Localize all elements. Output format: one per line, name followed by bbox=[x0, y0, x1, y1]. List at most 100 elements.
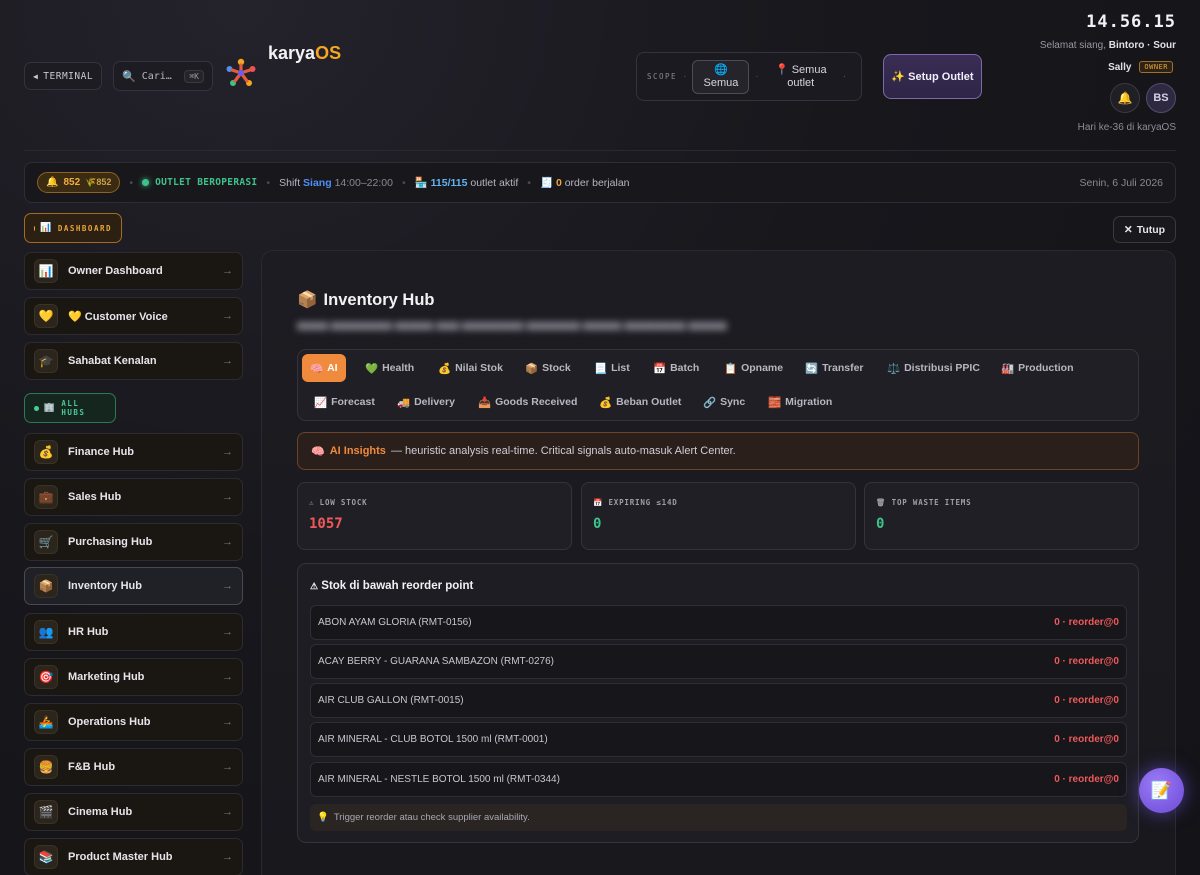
stat-card-low-stock[interactable]: ⚠ LOW STOCK 1057 bbox=[297, 482, 572, 550]
tab-goods-received[interactable]: 📥 Goods Received bbox=[470, 388, 585, 416]
tab-nilai-stok[interactable]: 💰 Nilai Stok bbox=[430, 354, 511, 382]
karyaos-logo-icon bbox=[226, 58, 256, 86]
cart-icon: 🛒 bbox=[34, 530, 58, 554]
user-info: Sally OWNER bbox=[1108, 61, 1173, 73]
tab-bar: 🧠 AI 💚 Health 💰 Nilai Stok 📦 Stock 📃 List 📅 Ba… bbox=[297, 349, 1139, 421]
chart-icon: 📊 bbox=[34, 259, 58, 283]
lightbulb-icon: 💡 bbox=[317, 812, 329, 823]
dashboard-section-chip[interactable]: 📊 DASHBOARD bbox=[24, 213, 122, 243]
truck-icon: 🚚 bbox=[397, 396, 411, 409]
tab-sync[interactable]: 🔗 Sync bbox=[695, 388, 753, 416]
tab-health[interactable]: 💚 Health bbox=[357, 354, 422, 382]
bricks-icon: 🧱 bbox=[768, 396, 782, 409]
tab-list[interactable]: 📃 List bbox=[586, 354, 638, 382]
tab-beban-outlet[interactable]: 💰 Beban Outlet bbox=[591, 388, 689, 416]
sidebar-item-customer-voice[interactable]: 💛 💛 Customer Voice → bbox=[24, 297, 243, 335]
tab-transfer[interactable]: 🔄 Transfer bbox=[797, 354, 872, 382]
search-placeholder: Cari… bbox=[141, 70, 172, 82]
factory-icon: 🏭 bbox=[1001, 362, 1015, 375]
floating-notes-button[interactable]: 📝 bbox=[1139, 768, 1184, 813]
graduation-cap-icon: 🎓 bbox=[34, 349, 58, 373]
arrow-right-icon: → bbox=[222, 491, 233, 503]
scale-icon: ⚖️ bbox=[887, 362, 901, 375]
sidebar-item-inventory-hub[interactable]: 📦 Inventory Hub → bbox=[24, 567, 243, 605]
rowing-icon: 🚣 bbox=[34, 710, 58, 734]
chart-up-icon: 📈 bbox=[314, 396, 328, 409]
tab-delivery[interactable]: 🚚 Delivery bbox=[389, 388, 463, 416]
tab-stock[interactable]: 📦 Stock bbox=[517, 354, 579, 382]
scope-option-outlets[interactable]: 📍 Semua outlet bbox=[765, 61, 837, 93]
pin-icon: 📍 bbox=[774, 63, 789, 76]
current-date: Senin, 6 Juli 2026 bbox=[1079, 176, 1163, 189]
notification-button[interactable]: 🔔 bbox=[1110, 83, 1140, 113]
avatar[interactable]: BS bbox=[1146, 83, 1176, 113]
receipt-icon: 🧾 bbox=[539, 177, 554, 189]
burger-icon: 🍔 bbox=[34, 755, 58, 779]
clock: 14.56.15 bbox=[1086, 12, 1176, 32]
arrow-right-icon: → bbox=[222, 446, 233, 458]
brain-icon: 🧠 bbox=[311, 445, 325, 458]
all-hubs-section-chip[interactable]: 🏢 ALL HUBS bbox=[24, 393, 116, 423]
stat-card-expiring[interactable]: 📅 EXPIRING ≤14D 0 bbox=[581, 482, 856, 550]
chip-dot-icon bbox=[34, 405, 39, 411]
role-badge: OWNER bbox=[1139, 61, 1173, 73]
setup-outlet-button[interactable]: ✨ Setup Outlet bbox=[883, 54, 982, 99]
heart-icon: 💛 bbox=[34, 304, 58, 328]
globe-icon: 🌐 bbox=[714, 63, 728, 76]
arrow-right-icon: → bbox=[222, 626, 233, 638]
warning-icon: ⚠ bbox=[310, 581, 319, 591]
reorder-row[interactable]: AIR MINERAL - CLUB BOTOL 1500 ml (RMT-00… bbox=[310, 722, 1127, 757]
arrow-right-icon: → bbox=[222, 580, 233, 592]
reorder-row[interactable]: ACAY BERRY - GUARANA SAMBAZON (RMT-0276)… bbox=[310, 644, 1127, 679]
brain-icon: 🧠 bbox=[310, 362, 324, 375]
brand-name: karyaOS bbox=[268, 43, 342, 63]
sidebar-item-hr-hub[interactable]: 👥 HR Hub → bbox=[24, 613, 243, 651]
sidebar-item-purchasing-hub[interactable]: 🛒 Purchasing Hub → bbox=[24, 523, 243, 561]
clapper-icon: 🎬 bbox=[34, 800, 58, 824]
inbox-icon: 📥 bbox=[478, 396, 492, 409]
operating-status: OUTLET BEROPERASI bbox=[142, 177, 257, 188]
scope-label: SCOPE bbox=[647, 72, 678, 81]
close-button[interactable]: ✕ Tutup bbox=[1113, 216, 1176, 243]
link-icon: 🔗 bbox=[703, 396, 717, 409]
tab-forecast[interactable]: 📈 Forecast bbox=[306, 388, 383, 416]
tab-batch[interactable]: 📅 Batch bbox=[645, 354, 707, 382]
tab-production[interactable]: 🏭 Production bbox=[993, 354, 1082, 382]
back-arrow-icon: ◀ bbox=[32, 71, 39, 81]
sidebar-item-product-master-hub[interactable]: 📚 Product Master Hub → bbox=[24, 838, 243, 875]
tab-migration[interactable]: 🧱 Migration bbox=[760, 388, 840, 416]
scope-option-all[interactable]: 🌐 Semua bbox=[692, 59, 750, 94]
reorder-row[interactable]: ABON AYAM GLORIA (RMT-0156) 0 · reorder@0 bbox=[310, 605, 1127, 640]
sidebar-item-fnb-hub[interactable]: 🍔 F&B Hub → bbox=[24, 748, 243, 786]
greeting: Selamat siang, Bintoro · Sour bbox=[1039, 40, 1176, 51]
sidebar-item-owner-dashboard[interactable]: 📊 Owner Dashboard → bbox=[24, 252, 243, 290]
sidebar-item-marketing-hub[interactable]: 🎯 Marketing Hub → bbox=[24, 658, 243, 696]
sidebar-item-cinema-hub[interactable]: 🎬 Cinema Hub → bbox=[24, 793, 243, 831]
chart-icon: 📊 bbox=[40, 223, 53, 233]
tab-ai[interactable]: 🧠 AI bbox=[302, 354, 346, 382]
alert-pill[interactable]: 🔔 852 🌾852 bbox=[37, 172, 121, 193]
calendar-icon: 📅 bbox=[593, 498, 604, 507]
arrow-right-icon: → bbox=[222, 761, 233, 773]
sidebar-item-sahabat-kenalan[interactable]: 🎓 Sahabat Kenalan → bbox=[24, 342, 243, 380]
status-dot-icon bbox=[142, 179, 150, 186]
terminal-button[interactable]: ◀ TERMINAL bbox=[24, 62, 102, 90]
bell-icon: 🔔 bbox=[46, 177, 59, 188]
sidebar-item-operations-hub[interactable]: 🚣 Operations Hub → bbox=[24, 703, 243, 741]
page-title: 📦 Inventory Hub bbox=[297, 291, 435, 309]
sidebar-item-sales-hub[interactable]: 💼 Sales Hub → bbox=[24, 478, 243, 516]
arrow-right-icon: → bbox=[222, 806, 233, 818]
stat-card-top-waste[interactable]: 🗑 TOP WASTE ITEMS 0 bbox=[864, 482, 1139, 550]
memo-icon: 📝 bbox=[1150, 780, 1173, 800]
search-button[interactable]: 🔍 Cari… ⌘K bbox=[113, 61, 213, 91]
close-icon: ✕ bbox=[1123, 223, 1133, 236]
reorder-row[interactable]: AIR CLUB GALLON (RMT-0015) 0 · reorder@0 bbox=[310, 683, 1127, 718]
reorder-row[interactable]: AIR MINERAL - NESTLE BOTOL 1500 ml (RMT-… bbox=[310, 762, 1127, 797]
sidebar-item-finance-hub[interactable]: 💰 Finance Hub → bbox=[24, 433, 243, 471]
tab-opname[interactable]: 📋 Opname bbox=[716, 354, 791, 382]
people-icon: 👥 bbox=[34, 620, 58, 644]
clipboard-icon: 📋 bbox=[724, 362, 738, 375]
tab-distribusi-ppic[interactable]: ⚖️ Distribusi PPIC bbox=[879, 354, 988, 382]
page-description-redacted: ▆▆▆▆ ▆▆▆▆▆▆▆▆ ▆▆▆▆▆ ▆▆▆ ▆▆▆▆▆▆▆▆ ▆▆▆▆▆▆▆… bbox=[297, 320, 727, 331]
package-icon: 📦 bbox=[34, 574, 58, 598]
